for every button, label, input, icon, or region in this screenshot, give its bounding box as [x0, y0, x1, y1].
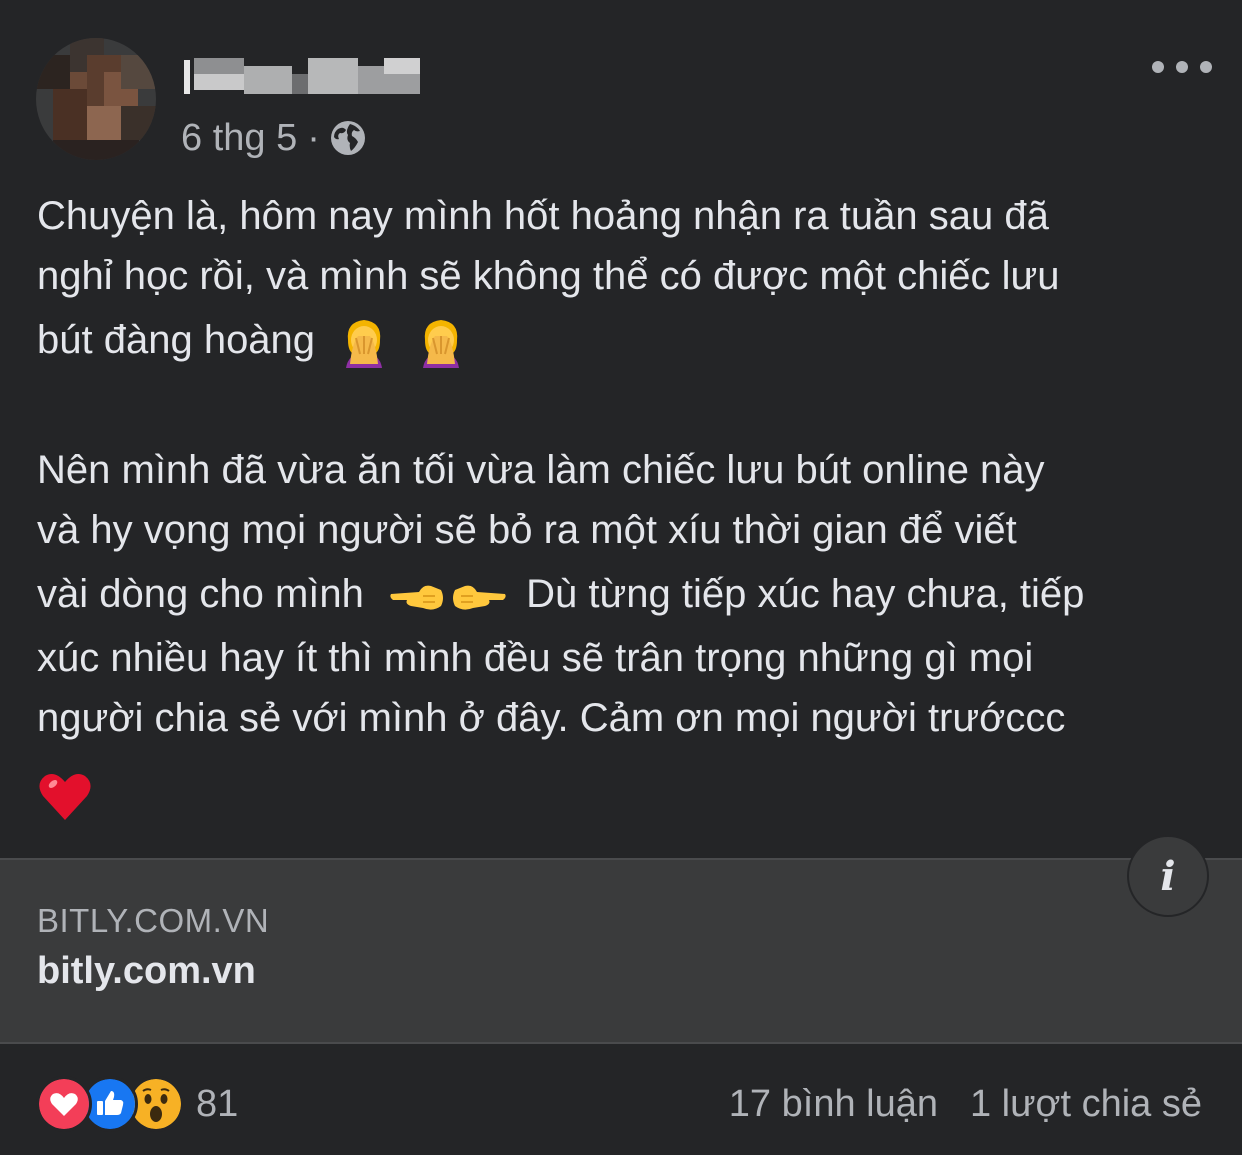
info-button[interactable]: i: [1127, 835, 1209, 917]
more-options-button[interactable]: [1152, 52, 1212, 82]
text-line: Nên mình đã vừa ăn tối vừa làm chiếc lưu…: [37, 448, 1045, 492]
more-dots-icon: [1152, 61, 1164, 73]
pointing-fingers-emoji: [390, 586, 506, 611]
facepalm-woman-emoji: [423, 320, 460, 369]
reactions-summary[interactable]: 81: [36, 1076, 238, 1132]
info-icon: i: [1160, 852, 1176, 900]
globe-icon[interactable]: [330, 120, 366, 156]
link-title[interactable]: bitly.com.vn: [37, 950, 256, 993]
text-line-with-emoji: bút đàng hoàng: [37, 306, 1217, 374]
text-line-with-emoji: vài dòng cho mình Dù từng tiếp xúc hay c…: [37, 560, 1217, 628]
meta-separator: ·: [307, 116, 320, 159]
post-paragraph-1: Chuyện là, hôm nay mình hốt hoảng nhận r…: [37, 186, 1217, 374]
author-name-redacted[interactable]: [184, 58, 424, 98]
reaction-count: 81: [196, 1082, 239, 1125]
text-line: Chuyện là, hôm nay mình hốt hoảng nhận r…: [37, 194, 1049, 238]
shares-count[interactable]: 1 lượt chia sẻ: [970, 1083, 1202, 1126]
text-line: người chia sẻ với mình ở đây. Cảm ơn mọi…: [37, 696, 1066, 740]
text-line: xúc nhiều hay ít thì mình đều sẽ trân tr…: [37, 636, 1034, 680]
facepalm-woman-emoji: [346, 320, 383, 369]
text-line: và hy vọng mọi người sẽ bỏ ra một xíu th…: [37, 508, 1017, 552]
love-reaction-icon: [36, 1076, 92, 1132]
red-heart-emoji: [39, 774, 91, 820]
comments-count[interactable]: 17 bình luận: [729, 1083, 938, 1126]
post-timestamp[interactable]: 6 thg 5: [181, 117, 297, 160]
link-domain: BITLY.COM.VN: [37, 902, 270, 939]
post-paragraph-2: Nên mình đã vừa ăn tối vừa làm chiếc lưu…: [37, 440, 1217, 748]
post-stats: 17 bình luận 1 lượt chia sẻ: [729, 1076, 1202, 1132]
facebook-post: 6 thg 5 · Chuyện là, hôm nay mình hốt ho…: [0, 0, 1242, 1155]
avatar[interactable]: [36, 38, 156, 160]
post-meta: 6 thg 5 ·: [181, 114, 366, 162]
text-line: nghỉ học rồi, và mình sẽ không thể có đư…: [37, 254, 1060, 298]
